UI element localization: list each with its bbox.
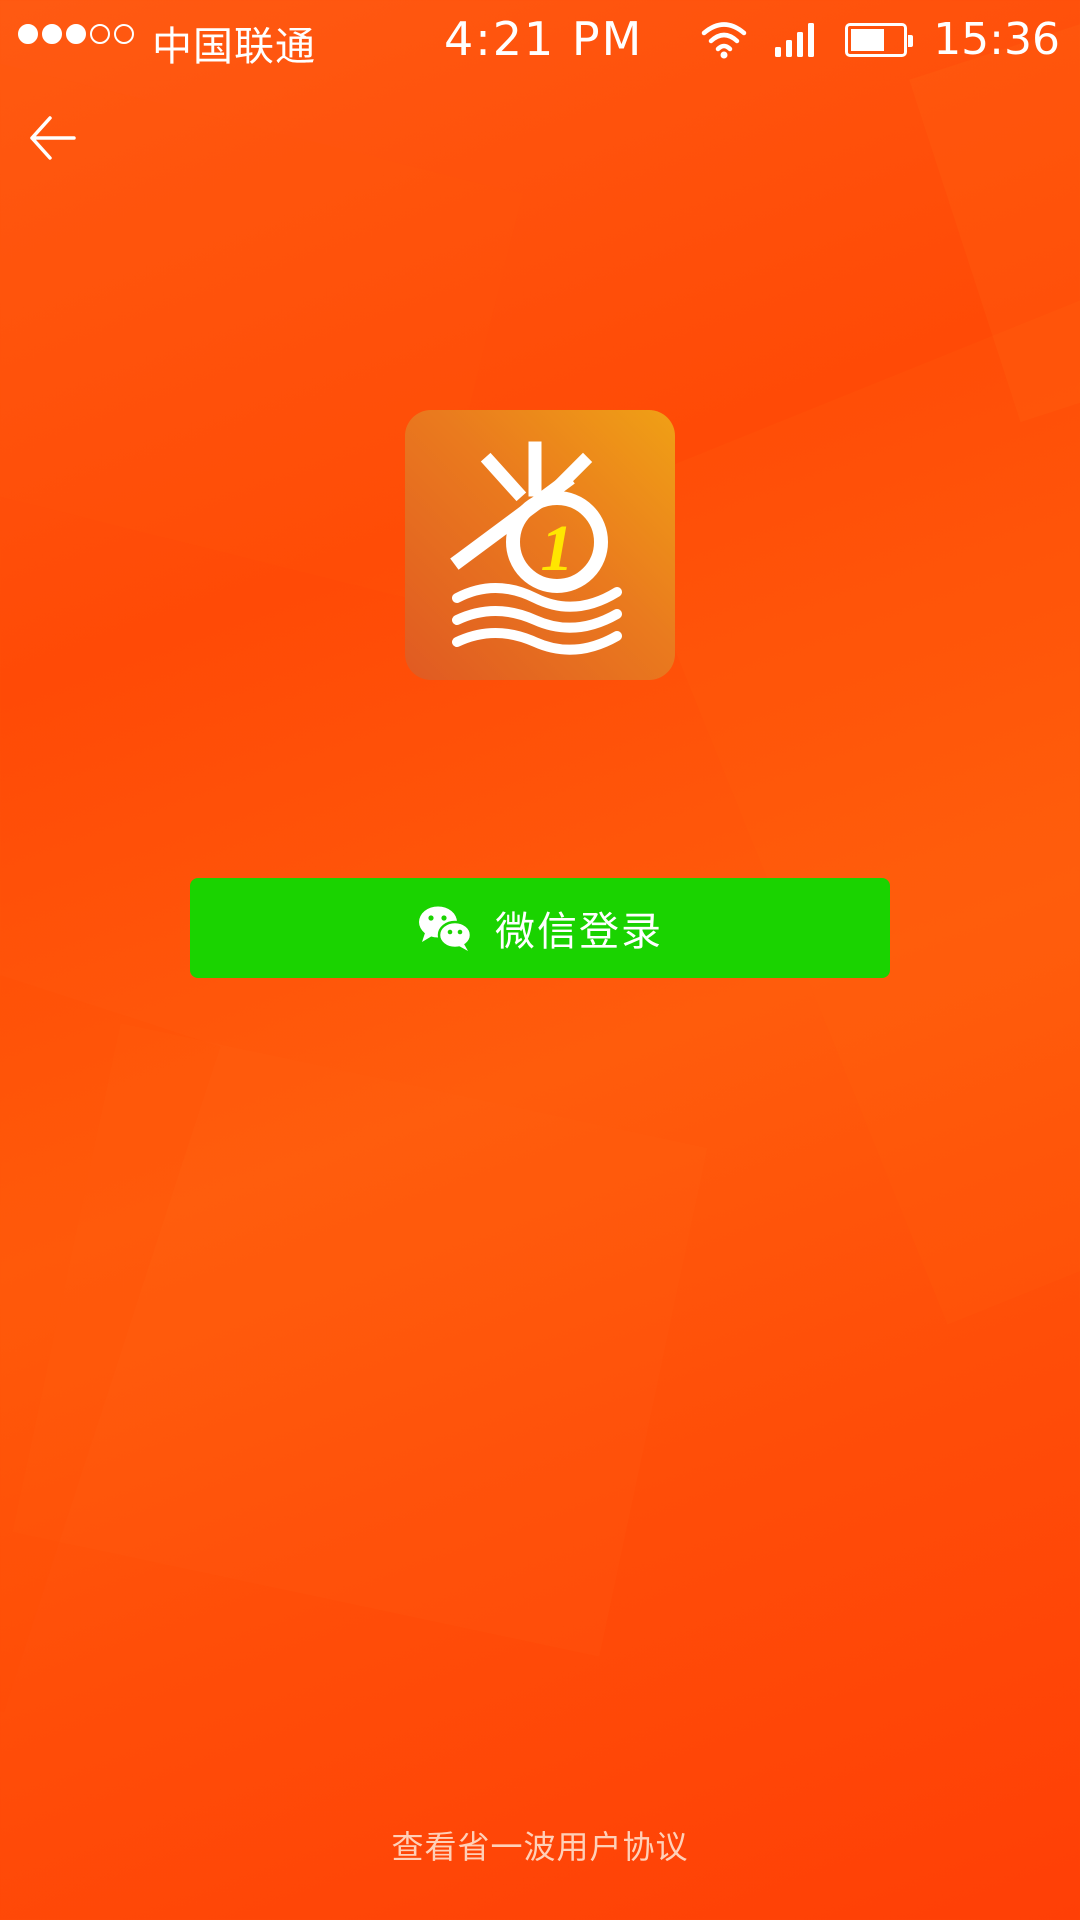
signal-dot — [90, 24, 110, 44]
user-agreement-link[interactable]: 查看省一波用户协议 — [0, 1822, 1080, 1868]
clock: 15:36 — [933, 14, 1060, 65]
signal-dot — [66, 24, 86, 44]
carrier-name: 中国联通 — [152, 24, 316, 70]
cellular-signal-icon — [775, 22, 815, 57]
background-shape — [610, 295, 1080, 1325]
logo-badge-number: 1 — [541, 512, 574, 585]
wechat-login-label: 微信登录 — [495, 909, 663, 955]
status-time: 4:21 PM — [444, 12, 644, 66]
status-icons: 15:36 — [701, 14, 1060, 65]
arrow-left-icon — [30, 116, 76, 160]
app-logo-mark: 1 — [450, 441, 622, 655]
signal-strength-dots — [18, 24, 134, 44]
signal-dot — [114, 24, 134, 44]
background-shape — [12, 1023, 708, 1657]
battery-level — [851, 28, 885, 51]
wechat-login-button[interactable]: 微信登录 — [190, 878, 890, 978]
signal-dot — [42, 24, 62, 44]
wifi-icon — [701, 21, 747, 58]
background-shape — [0, 947, 221, 1713]
battery-icon — [845, 22, 914, 57]
signal-dot — [18, 24, 38, 44]
wechat-icon — [419, 906, 473, 951]
back-button[interactable] — [26, 110, 82, 166]
app-logo: 1 — [405, 410, 675, 680]
background-shape — [909, 17, 1080, 423]
status-bar: 中国联通 4:21 PM 15:36 — [0, 0, 1080, 78]
